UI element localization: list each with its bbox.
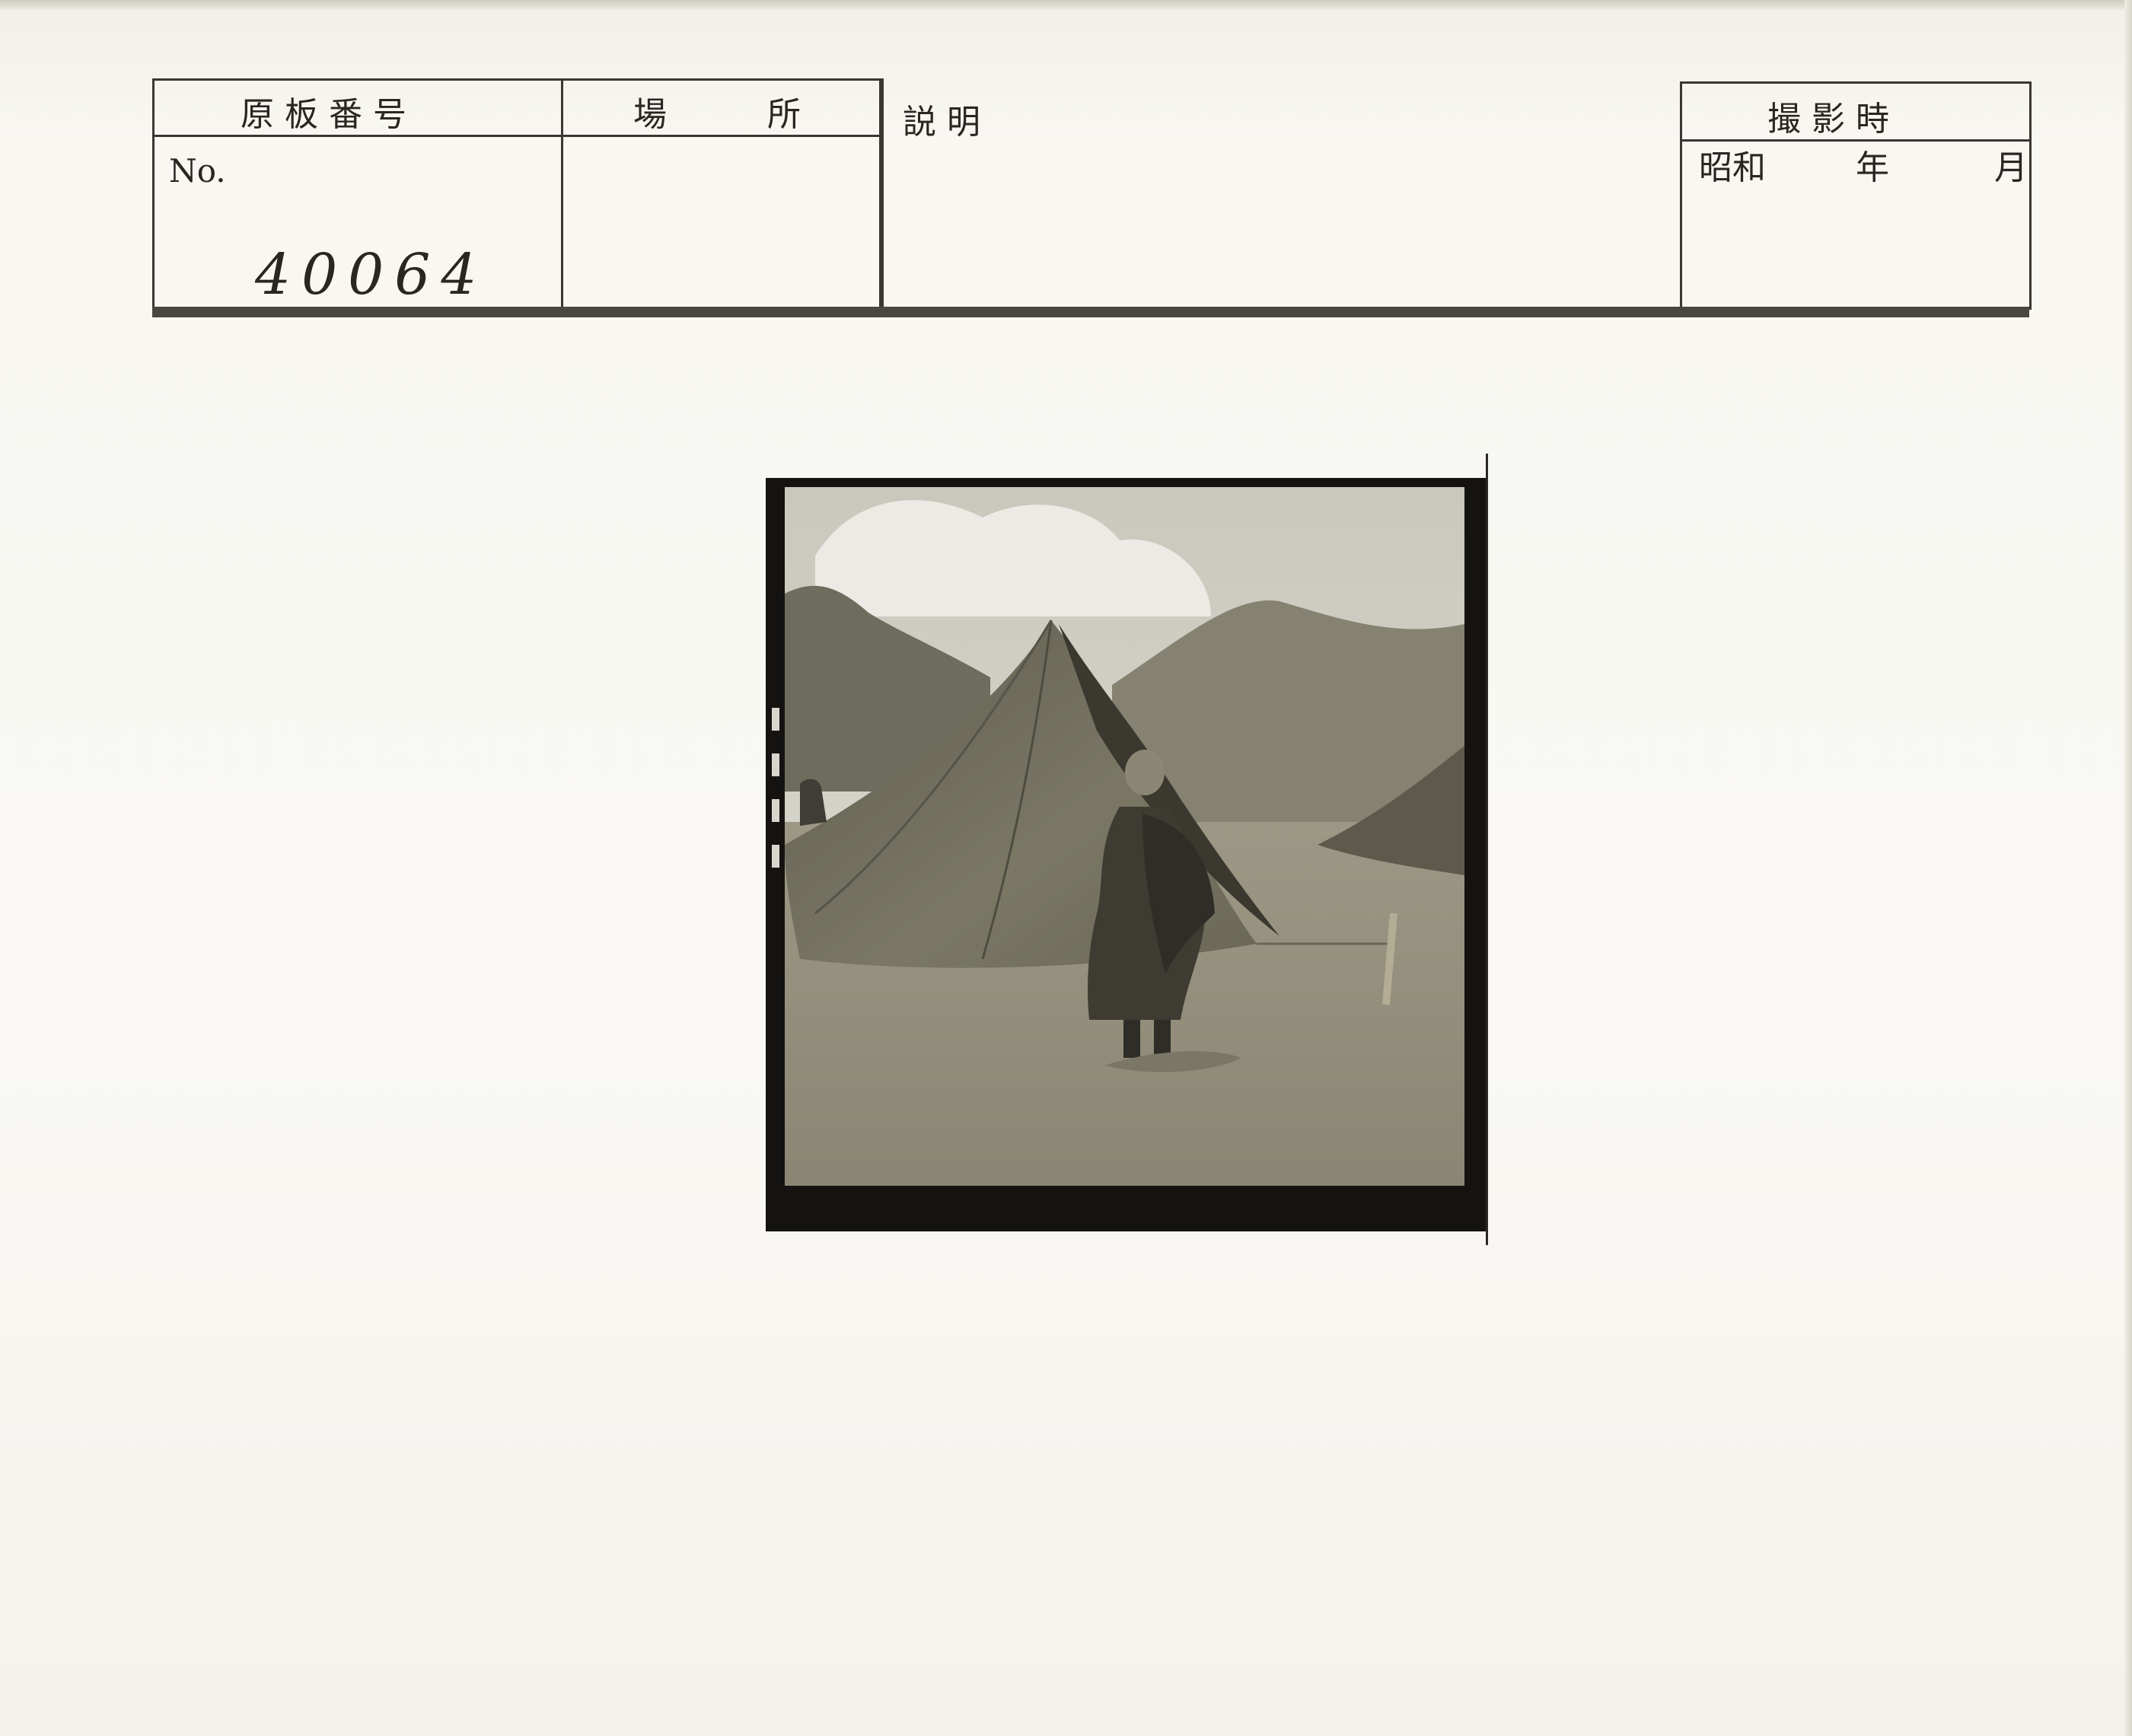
year-label: 年 — [1856, 148, 1889, 187]
era-label: 昭和 — [1699, 148, 1766, 187]
monk-leg — [1123, 1020, 1140, 1058]
monk-head — [1125, 750, 1165, 795]
sheet-top-edge — [0, 0, 2132, 11]
film-edge-marks — [772, 708, 779, 868]
shooting-time-header: 撮 影 時 — [1767, 100, 1889, 139]
description-header: 説 明 — [903, 103, 980, 142]
month-label: 月 — [1994, 148, 2028, 187]
header-base-rule — [152, 307, 2029, 317]
photo-scene — [785, 487, 1464, 1186]
description-left-rule — [881, 78, 884, 309]
place-header: 場 所 — [633, 95, 801, 134]
plate-number-handwritten: 40064 — [255, 242, 488, 307]
sheet-right-edge — [2124, 0, 2132, 1736]
plate-number-header: 原 板 番 号 — [241, 95, 406, 134]
photo-trim-line — [1486, 454, 1488, 1245]
mounted-photograph — [785, 487, 1464, 1186]
monk-leg — [1154, 1020, 1171, 1058]
plate-place-divider — [561, 78, 563, 309]
plate-number-prefix: No. — [169, 152, 226, 190]
